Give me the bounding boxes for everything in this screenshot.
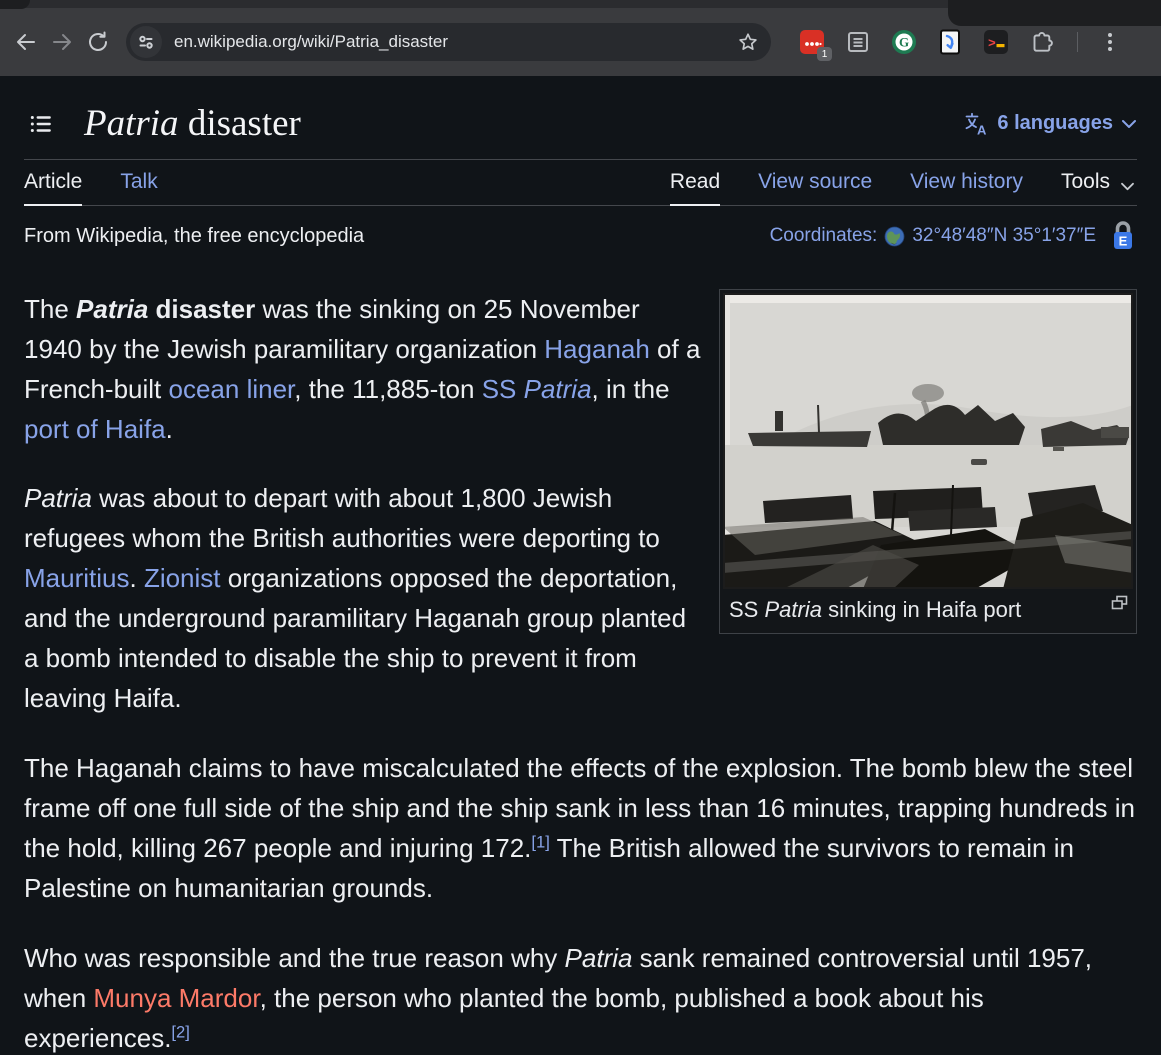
wiki-link[interactable]: port of Haifa xyxy=(24,414,166,444)
text-segment: . xyxy=(129,563,143,593)
page-arrow-icon xyxy=(938,29,962,55)
url-text[interactable]: en.wikipedia.org/wiki/Patria_disaster xyxy=(174,32,448,52)
kebab-icon xyxy=(1100,31,1120,53)
browser-tab-strip xyxy=(0,0,1161,8)
text-segment: Patria xyxy=(84,103,179,144)
tab-corner-left xyxy=(0,0,30,9)
page-title: Patria disaster xyxy=(84,102,301,145)
svg-text:E: E xyxy=(1119,234,1128,249)
byline-row: From Wikipedia, the free encyclopedia Co… xyxy=(24,219,1137,253)
svg-text:G: G xyxy=(899,35,909,50)
terminal-icon: > xyxy=(983,29,1009,55)
paragraph-3: The Haganah claims to have miscalculated… xyxy=(24,748,1137,908)
extension-badge: 1 xyxy=(817,47,832,61)
text-segment: sinking in Haifa port xyxy=(822,597,1021,622)
wikipedia-page: Patria disaster A 6 languages Article Ta… xyxy=(0,76,1161,1055)
extension-terminal-button[interactable]: > xyxy=(983,29,1009,55)
back-button[interactable] xyxy=(8,24,44,60)
article-body: The Patria disaster was the sinking on 2… xyxy=(24,289,1137,1055)
forward-icon xyxy=(50,30,74,54)
text-segment: Patria xyxy=(76,294,148,324)
bulleted-list-icon xyxy=(28,111,54,137)
extension-red-button[interactable]: 1 xyxy=(799,29,825,55)
toc-button[interactable] xyxy=(24,107,58,141)
inactive-tab-edge[interactable] xyxy=(948,0,1161,26)
lead-text-column: The Patria disaster was the sinking on 2… xyxy=(24,289,701,718)
paragraph-4: Who was responsible and the true reason … xyxy=(24,938,1137,1055)
wiki-link[interactable]: Zionist xyxy=(144,563,221,593)
reload-button[interactable] xyxy=(80,24,116,60)
paragraph-1: The Patria disaster was the sinking on 2… xyxy=(24,289,701,449)
infobox-thumbnail: SS Patria sinking in Haifa port xyxy=(719,289,1137,634)
site-info-button[interactable] xyxy=(130,26,162,58)
toolbar-divider xyxy=(1077,32,1078,52)
text-segment: disaster xyxy=(148,294,255,324)
text-segment: . xyxy=(166,414,173,444)
text-segment: disaster xyxy=(179,103,301,144)
forward-button[interactable] xyxy=(44,24,80,60)
wiki-link[interactable]: Patria xyxy=(524,374,592,404)
back-icon xyxy=(14,30,38,54)
text-segment: The xyxy=(24,294,76,324)
svg-text:A: A xyxy=(977,122,987,137)
svg-text:>: > xyxy=(988,36,996,51)
language-icon: A xyxy=(963,111,989,137)
tune-icon xyxy=(135,31,157,53)
address-bar[interactable]: en.wikipedia.org/wiki/Patria_disaster xyxy=(126,23,771,61)
tab-read[interactable]: Read xyxy=(670,170,720,205)
languages-chevron-icon xyxy=(1121,118,1137,130)
coordinates-label[interactable]: Coordinates: xyxy=(770,225,878,247)
wiki-link[interactable]: SS xyxy=(482,374,524,404)
text-segment: , the 11,885-ton xyxy=(294,374,481,404)
tab-article[interactable]: Article xyxy=(24,170,82,205)
reference-link[interactable]: [2] xyxy=(171,1022,189,1041)
wiki-link[interactable]: ocean liner xyxy=(169,374,295,404)
article-tab-bar: Article Talk Read View source View histo… xyxy=(24,160,1137,206)
enlarge-icon[interactable] xyxy=(1110,594,1129,613)
red-link[interactable]: Munya Mardor xyxy=(93,983,259,1013)
paragraph-2: Patria was about to depart with about 1,… xyxy=(24,478,701,718)
globe-icon xyxy=(884,226,905,247)
extension-reader-button[interactable] xyxy=(845,29,871,55)
languages-label: 6 languages xyxy=(997,112,1113,135)
languages-button[interactable]: A 6 languages xyxy=(963,111,1137,137)
tab-talk[interactable]: Talk xyxy=(120,170,157,205)
star-icon xyxy=(737,31,759,53)
text-segment: Patria xyxy=(24,483,92,513)
puzzle-icon xyxy=(1029,29,1055,55)
lock-extension-icon[interactable]: E xyxy=(1109,219,1137,253)
tools-chevron-icon[interactable] xyxy=(1120,181,1135,205)
text-segment: was about to depart with about 1,800 Jew… xyxy=(24,483,660,553)
tab-tools[interactable]: Tools xyxy=(1061,170,1110,205)
text-segment: Patria xyxy=(764,597,821,622)
bookmark-button[interactable] xyxy=(737,31,759,53)
coordinates-value[interactable]: 32°48′48″N 35°1′37″E xyxy=(912,225,1096,247)
reload-icon xyxy=(86,30,110,54)
browser-menu-button[interactable] xyxy=(1092,24,1128,60)
body-text-full-width: The Haganah claims to have miscalculated… xyxy=(24,748,1137,1055)
article-header: Patria disaster A 6 languages xyxy=(24,76,1137,160)
extension-redirect-button[interactable] xyxy=(937,29,963,55)
reference-link[interactable]: [1] xyxy=(531,832,549,851)
extensions-row: 1 G > xyxy=(799,29,1055,55)
text-segment: Who was responsible and the true reason … xyxy=(24,943,565,973)
extensions-menu-button[interactable] xyxy=(1029,29,1055,55)
byline-text: From Wikipedia, the free encyclopedia xyxy=(24,225,364,248)
tab-view-source[interactable]: View source xyxy=(758,170,872,205)
text-segment: Patria xyxy=(565,943,633,973)
wiki-link[interactable]: Haganah xyxy=(544,334,650,364)
tab-view-history[interactable]: View history xyxy=(910,170,1023,205)
text-segment: SS xyxy=(729,597,764,622)
document-lines-icon xyxy=(846,30,870,54)
figure-caption: SS Patria sinking in Haifa port xyxy=(729,596,1021,623)
extension-grammarly-button[interactable]: G xyxy=(891,29,917,55)
wiki-link[interactable]: Mauritius xyxy=(24,563,129,593)
text-segment: , in the xyxy=(592,374,670,404)
grammarly-icon: G xyxy=(891,29,917,55)
ship-photo[interactable] xyxy=(723,293,1133,589)
